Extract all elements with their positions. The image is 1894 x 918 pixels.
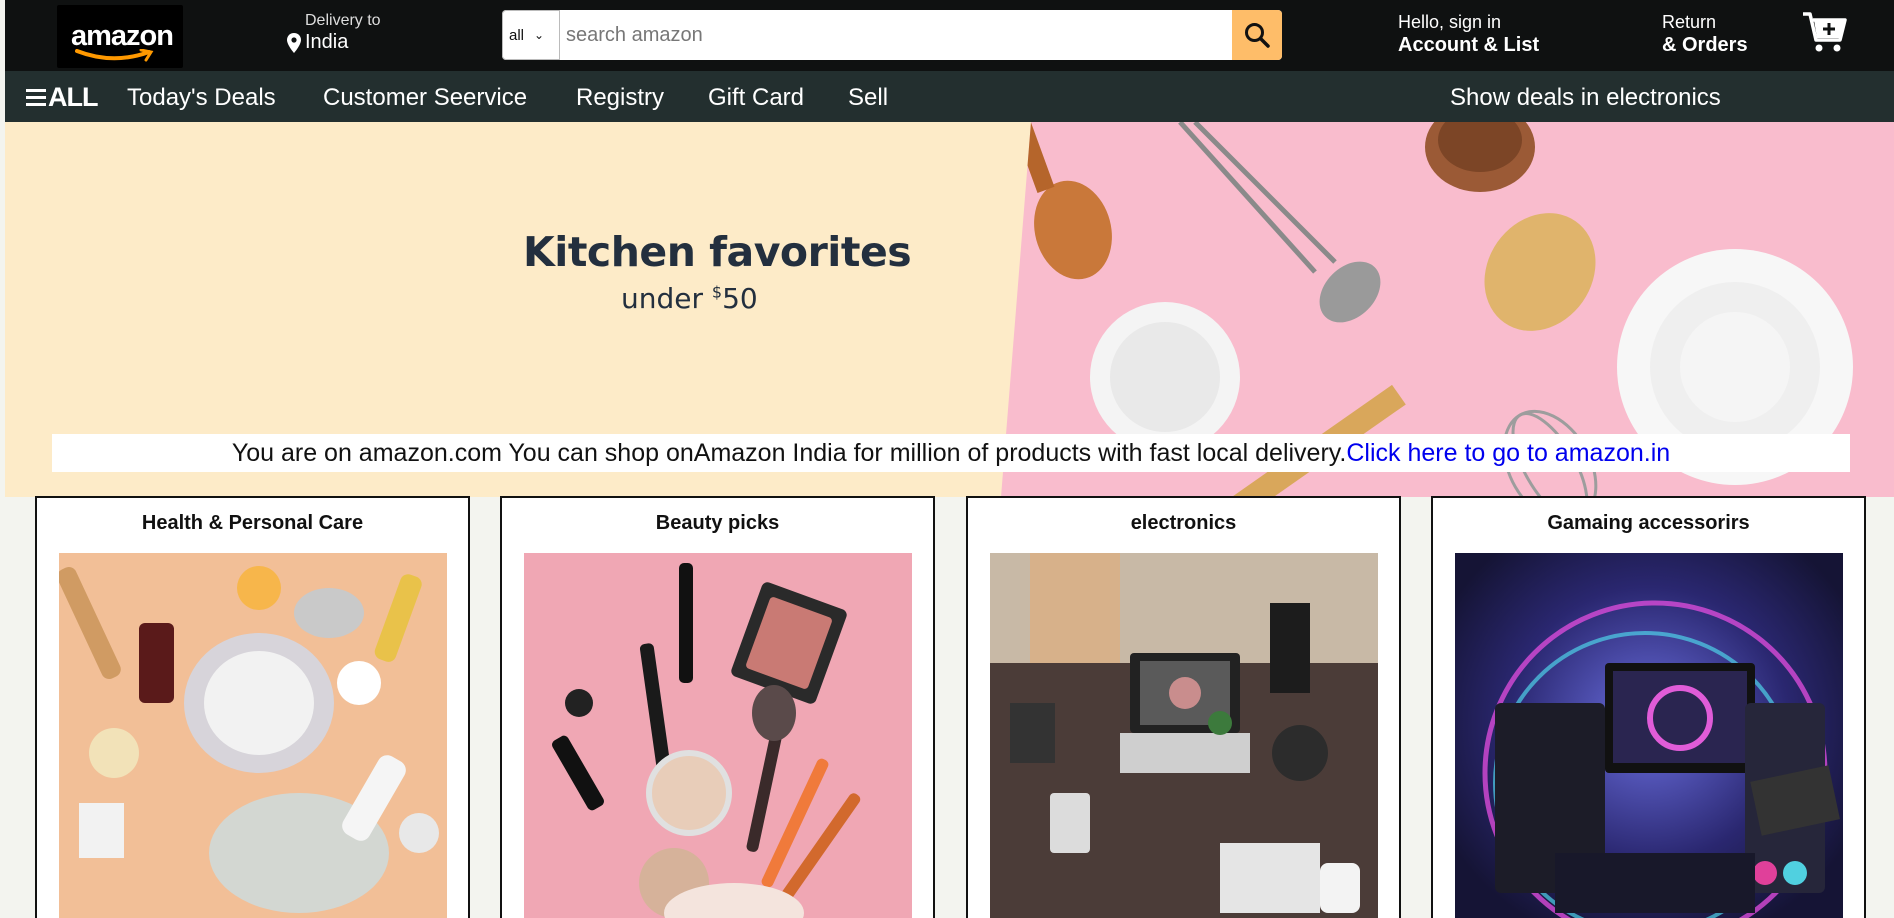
secondary-navigation: ALL Today's Deals Customer Seervice Regi… — [5, 71, 1894, 122]
hero-title: Kitchen favorites — [523, 228, 912, 276]
cart-icon — [1803, 12, 1847, 52]
location-pin-icon — [287, 32, 301, 53]
category-card-gaming[interactable]: Gamaing accessorirs — [1431, 496, 1866, 918]
delivery-country: India — [305, 31, 349, 53]
gaming-pc-illustration — [1455, 553, 1843, 918]
search-button[interactable] — [1232, 10, 1282, 60]
search-category-value: all — [509, 26, 525, 44]
makeup-products-image[interactable] — [524, 553, 912, 918]
nav-promo-electronics[interactable]: Show deals in electronics — [1450, 84, 1721, 112]
delivery-label: Delivery to — [305, 12, 381, 29]
all-label: ALL — [48, 82, 98, 112]
nav-registry[interactable]: Registry — [576, 84, 664, 112]
account-menu[interactable]: Hello, sign in Account & List — [1398, 12, 1539, 57]
orders-label: & Orders — [1662, 34, 1748, 56]
card-title: electronics — [1130, 512, 1237, 534]
returns-orders[interactable]: Return & Orders — [1662, 12, 1748, 57]
nav-customer-service[interactable]: Customer Seervice — [323, 84, 527, 112]
makeup-illustration — [552, 563, 861, 918]
amazon-logo[interactable]: amazon — [57, 5, 183, 68]
locale-notice-text: You are on amazon.com You can shop onAma… — [231, 439, 1347, 467]
card-title: Health & Personal Care — [141, 512, 364, 534]
locale-notice-banner: You are on amazon.com You can shop onAma… — [52, 434, 1850, 472]
category-card-electronics[interactable]: electronics — [966, 496, 1401, 918]
account-greeting: Hello, sign in — [1398, 12, 1502, 32]
delivery-location[interactable]: Delivery to India — [287, 12, 381, 54]
account-list-label: Account & List — [1398, 34, 1540, 56]
logo-smile-icon — [75, 49, 154, 62]
card-title: Beauty picks — [655, 512, 780, 534]
nav-sell[interactable]: Sell — [848, 84, 888, 112]
card-title: Gamaing accessorirs — [1547, 512, 1750, 534]
cart-button[interactable] — [1800, 8, 1848, 61]
hero-amount: 50 — [722, 282, 758, 315]
skincare-illustration — [59, 566, 439, 913]
chevron-down-icon: ⌄ — [534, 28, 545, 42]
hero-currency: $ — [711, 282, 723, 302]
top-navigation-bar: amazon Delivery to India all ⌄ search am… — [5, 0, 1894, 71]
hero-subtitle: under $50 — [621, 282, 758, 315]
all-menu-button[interactable]: ALL — [26, 82, 98, 113]
amazon-in-link[interactable]: Click here to go to amazon.in — [1346, 439, 1670, 467]
search-input[interactable] — [560, 10, 1232, 60]
gaming-pc-image[interactable] — [1455, 553, 1843, 918]
desk-electronics-image[interactable] — [990, 553, 1378, 918]
search-icon — [1245, 23, 1270, 48]
skincare-products-image[interactable] — [59, 553, 447, 918]
search-category-select[interactable]: all ⌄ — [502, 10, 560, 60]
hero-subtitle-prefix: under — [621, 282, 712, 315]
nav-gift-card[interactable]: Gift Card — [708, 84, 804, 112]
hamburger-menu-icon — [26, 85, 46, 110]
nav-todays-deals[interactable]: Today's Deals — [127, 84, 276, 112]
category-card-beauty[interactable]: Beauty picks — [500, 496, 935, 918]
search-bar: all ⌄ — [502, 10, 1282, 60]
returns-label: Return — [1662, 12, 1717, 32]
desk-illustration — [990, 553, 1378, 918]
category-card-health[interactable]: Health & Personal Care — [35, 496, 470, 918]
